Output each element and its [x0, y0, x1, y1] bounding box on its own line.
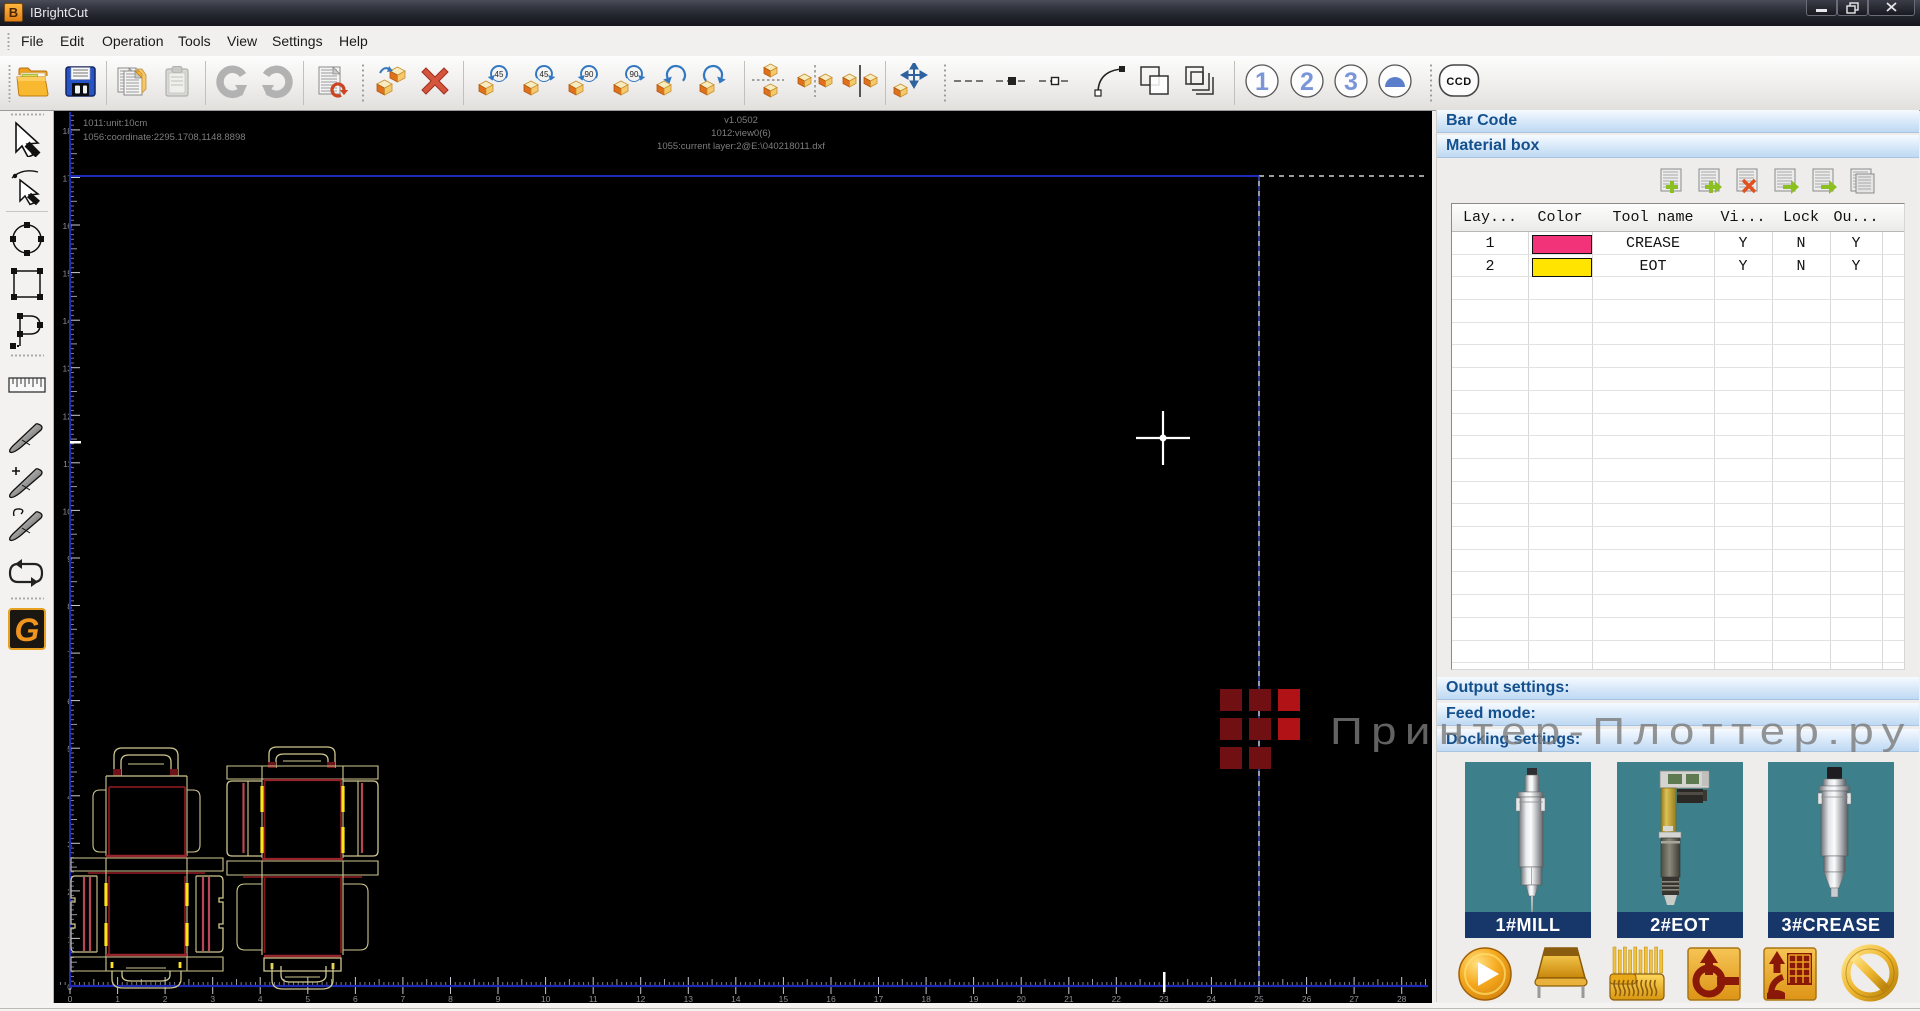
svg-text:25: 25	[1254, 994, 1264, 1003]
svg-text:1012:view0(6): 1012:view0(6)	[711, 128, 771, 139]
svg-text:22: 22	[1112, 994, 1122, 1003]
svg-text:24: 24	[1207, 994, 1217, 1003]
svg-text:11: 11	[589, 994, 598, 1003]
svg-text:1055:current layer:2@E:\040218: 1055:current layer:2@E:\040218011.dxf	[657, 141, 825, 152]
svg-text:45: 45	[540, 70, 549, 79]
svg-text:17: 17	[874, 994, 884, 1003]
svg-text:19: 19	[969, 994, 979, 1003]
svg-text:2: 2	[163, 994, 168, 1003]
svg-text:27: 27	[1349, 994, 1359, 1003]
svg-text:3: 3	[210, 994, 215, 1003]
svg-text:5: 5	[305, 994, 310, 1003]
svg-text:90: 90	[585, 70, 594, 79]
svg-text:45: 45	[495, 70, 504, 79]
svg-text:v1.0502: v1.0502	[724, 115, 758, 126]
svg-text:12: 12	[636, 994, 646, 1003]
svg-text:14: 14	[731, 994, 741, 1003]
svg-text:15: 15	[779, 994, 789, 1003]
svg-text:1011:unit:10cm: 1011:unit:10cm	[83, 118, 147, 129]
svg-text:18: 18	[921, 994, 931, 1003]
svg-text:16: 16	[826, 994, 836, 1003]
svg-text:9: 9	[496, 994, 501, 1003]
svg-text:10: 10	[541, 994, 551, 1003]
svg-text:13: 13	[684, 994, 694, 1003]
svg-text:26: 26	[1302, 994, 1312, 1003]
svg-text:4: 4	[258, 994, 263, 1003]
svg-text:2: 2	[1300, 68, 1314, 96]
svg-text:28: 28	[1397, 994, 1407, 1003]
svg-text:6: 6	[353, 994, 358, 1003]
svg-text:1: 1	[1255, 68, 1269, 96]
svg-text:1: 1	[115, 994, 120, 1003]
svg-text:21: 21	[1064, 994, 1074, 1003]
svg-text:7: 7	[401, 994, 406, 1003]
svg-text:CCD: CCD	[1446, 76, 1471, 88]
svg-text:1056:coordinate:2295.1708,1148: 1056:coordinate:2295.1708,1148.8898	[83, 132, 246, 143]
svg-text:20: 20	[1016, 994, 1026, 1003]
svg-text:8: 8	[448, 994, 453, 1003]
svg-text:23: 23	[1159, 994, 1169, 1003]
svg-text:3: 3	[1344, 68, 1358, 96]
svg-text:0: 0	[68, 994, 73, 1003]
svg-text:90: 90	[630, 70, 639, 79]
svg-text:G: G	[15, 612, 40, 648]
